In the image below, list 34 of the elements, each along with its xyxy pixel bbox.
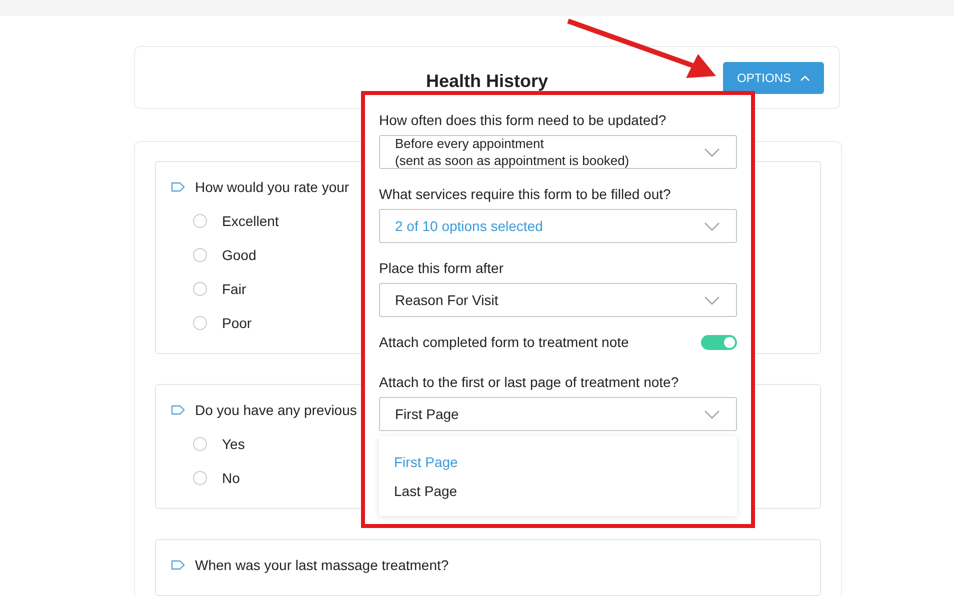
field-label: Attach to the first or last page of treatment note? [379,373,680,392]
option-label: Fair [222,281,246,297]
option-label: No [222,470,240,486]
chevron-icon [704,410,720,418]
radio-button[interactable] [193,437,207,451]
chevron-icon [704,222,720,230]
field-label: Place this form after [379,259,504,278]
radio-button[interactable] [193,214,207,228]
radio-button[interactable] [193,316,207,330]
tag-icon [171,182,185,192]
option-label: Yes [222,436,245,452]
select-field[interactable]: Before every appointment (sent as soon as appointment is booked) [379,135,737,169]
select-field[interactable]: First Page [379,397,737,431]
field-label: What services require this form to be filled out? [379,185,672,204]
select-field[interactable]: Reason For Visit [379,283,737,317]
field-label: How often does this form need to be updated? [379,111,668,130]
toggle-switch[interactable] [701,334,737,350]
radio-button[interactable] [193,248,207,262]
question-text: How would you rate your [195,179,350,195]
option-label: Poor [222,315,252,331]
option-label: Good [222,247,256,263]
chevron-icon [704,148,720,156]
question-text: Do you have any previous [195,402,357,418]
tag-icon [171,405,185,415]
caret-icon [800,75,810,81]
question-text: When was your last massage treatment? [195,557,449,573]
radio-button[interactable] [193,282,207,296]
chevron-icon [704,296,720,304]
tag-icon [171,560,185,570]
option-label: Excellent [222,213,279,229]
radio-button[interactable] [193,471,207,485]
page-title: Health History [426,71,548,92]
dropdown-option[interactable]: Last Page [379,477,737,506]
toggle-label: Attach completed form to treatment note [379,333,629,352]
